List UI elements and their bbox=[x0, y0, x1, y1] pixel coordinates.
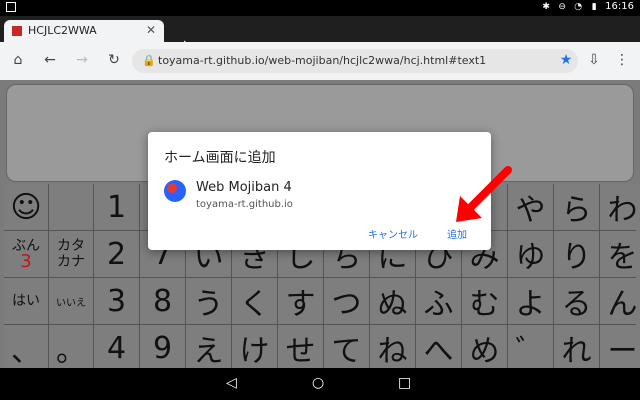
dialog-title: ホーム画面に追加 bbox=[164, 150, 276, 166]
key-sublabel: カナ bbox=[57, 254, 85, 270]
keyboard-key[interactable]: て bbox=[324, 325, 369, 371]
keyboard-key[interactable]: いいえ bbox=[49, 278, 93, 324]
tab-strip: HCJLC2WWA ✕ + bbox=[0, 16, 640, 55]
cancel-button[interactable]: キャンセル bbox=[368, 226, 418, 241]
home-circle-icon[interactable]: ○ bbox=[312, 375, 324, 391]
keyboard-key[interactable]: 3 bbox=[94, 278, 139, 324]
keyboard-key[interactable]: わ bbox=[600, 184, 640, 230]
keyboard-key[interactable]: 。 bbox=[49, 325, 93, 371]
battery-icon: ▮ bbox=[591, 1, 597, 12]
keyboard-key[interactable]: く bbox=[232, 278, 277, 324]
status-bar: ✱ ⊖ ◔ ▮ 16:16 bbox=[0, 0, 640, 16]
keyboard-key[interactable]: カタ カナ bbox=[49, 231, 93, 277]
keyboard-key[interactable]: へ bbox=[416, 325, 461, 371]
download-icon[interactable]: ⇩ bbox=[584, 50, 604, 70]
keyboard-key[interactable]: つ bbox=[324, 278, 369, 324]
keyboard-key[interactable]: る bbox=[554, 278, 599, 324]
key-sublabel: 3 bbox=[20, 251, 32, 272]
keyboard-key[interactable]: ね bbox=[370, 325, 415, 371]
add-to-home-dialog: ホーム画面に追加 Web Mojiban 4 toyama-rt.github.… bbox=[148, 132, 491, 250]
keyboard-key[interactable]: 9 bbox=[140, 325, 185, 371]
keyboard-key[interactable]: め bbox=[462, 325, 507, 371]
keyboard-key[interactable]: 1 bbox=[94, 184, 139, 230]
keyboard-key[interactable]: 、 bbox=[4, 325, 48, 371]
keyboard-key[interactable]: ら bbox=[554, 184, 599, 230]
app-icon bbox=[164, 180, 186, 202]
keyboard-key[interactable]: え bbox=[186, 325, 231, 371]
tab-close-icon[interactable]: ✕ bbox=[146, 23, 156, 37]
keyboard-key[interactable]: 8 bbox=[140, 278, 185, 324]
keyboard-key[interactable] bbox=[49, 184, 93, 230]
keyboard-key[interactable]: はい bbox=[4, 278, 48, 324]
keyboard-key[interactable]: よ bbox=[508, 278, 553, 324]
tab-favicon-icon bbox=[12, 26, 22, 36]
keyboard-key[interactable]: ゛ bbox=[508, 325, 553, 371]
clock: 16:16 bbox=[605, 1, 634, 12]
app-name: Web Mojiban 4 bbox=[196, 180, 292, 195]
back-icon[interactable]: ← bbox=[40, 50, 60, 70]
keyboard-key[interactable]: す bbox=[278, 278, 323, 324]
home-icon[interactable]: ⌂ bbox=[8, 50, 28, 70]
browser-tab[interactable]: HCJLC2WWA ✕ bbox=[4, 20, 164, 42]
wifi-icon: ◔ bbox=[574, 1, 583, 12]
keyboard-key[interactable]: け bbox=[232, 325, 277, 371]
do-not-disturb-icon: ⊖ bbox=[558, 1, 566, 12]
back-triangle-icon[interactable]: ◁ bbox=[226, 375, 237, 391]
keyboard-key[interactable]: ー bbox=[600, 325, 640, 371]
forward-icon[interactable]: → bbox=[72, 50, 92, 70]
keyboard-key[interactable]: り bbox=[554, 231, 599, 277]
status-icons: ✱ ⊖ ◔ ▮ 16:16 bbox=[541, 1, 634, 12]
keyboard-key[interactable]: 2 bbox=[94, 231, 139, 277]
navigation-bar: ◁ ○ □ bbox=[0, 368, 640, 400]
keyboard-key[interactable]: ☺ bbox=[4, 184, 48, 230]
keyboard-key[interactable]: れ bbox=[554, 325, 599, 371]
key-label: カタ bbox=[57, 238, 85, 254]
keyboard-key[interactable]: む bbox=[462, 278, 507, 324]
menu-icon[interactable]: ⋮ bbox=[612, 50, 632, 70]
app-url: toyama-rt.github.io bbox=[196, 199, 293, 210]
lock-icon: 🔒 bbox=[142, 54, 156, 67]
browser-toolbar: ⌂ ← → ↻ 🔒 toyama-rt.github.io/web-mojiba… bbox=[0, 42, 640, 81]
keyboard-key[interactable]: せ bbox=[278, 325, 323, 371]
address-bar[interactable]: 🔒 toyama-rt.github.io/web-mojiban/hcjlc2… bbox=[132, 49, 578, 73]
keyboard-key[interactable]: 4 bbox=[94, 325, 139, 371]
tab-title: HCJLC2WWA bbox=[28, 24, 97, 37]
url-text: toyama-rt.github.io/web-mojiban/hcjlc2ww… bbox=[158, 54, 487, 67]
bookmark-star-icon[interactable]: ★ bbox=[556, 50, 576, 70]
keyboard-key[interactable]: ぶん 3 bbox=[4, 231, 48, 277]
keyboard-key[interactable]: ふ bbox=[416, 278, 461, 324]
keyboard-key[interactable]: ぬ bbox=[370, 278, 415, 324]
reload-icon[interactable]: ↻ bbox=[104, 50, 124, 70]
keyboard-key[interactable]: う bbox=[186, 278, 231, 324]
keyboard-key[interactable]: ん bbox=[600, 278, 640, 324]
bluetooth-icon: ✱ bbox=[542, 1, 550, 12]
keyboard-key[interactable]: を bbox=[600, 231, 640, 277]
image-icon bbox=[6, 2, 16, 12]
recents-square-icon[interactable]: □ bbox=[398, 375, 411, 391]
